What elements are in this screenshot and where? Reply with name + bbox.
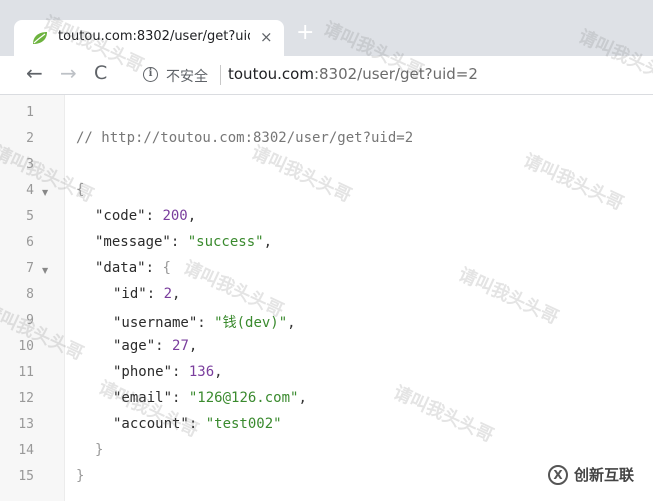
tab-close-icon[interactable]: ×: [260, 28, 273, 46]
code-line: "account": "test002": [113, 416, 282, 432]
line-number: 8: [26, 287, 34, 302]
json-number: 27: [172, 338, 189, 354]
line-number: 2: [26, 131, 34, 146]
browser-tab[interactable]: toutou.com:8302/user/get?uid ×: [14, 20, 284, 56]
tab-bar: toutou.com:8302/user/get?uid × +: [0, 0, 653, 56]
comma: ,: [187, 208, 197, 224]
code-line: "data": {: [95, 260, 171, 276]
reload-button[interactable]: C: [94, 64, 107, 83]
json-key: "data": [95, 260, 146, 276]
colon: :: [170, 234, 188, 250]
address-divider: [220, 65, 221, 85]
line-number: 4: [26, 183, 34, 198]
comma: ,: [214, 364, 223, 380]
json-key: "phone": [113, 364, 173, 380]
back-button[interactable]: ←: [26, 63, 43, 83]
code-line: "age": 27,: [113, 338, 197, 354]
comma: ,: [172, 286, 181, 302]
comma: ,: [188, 338, 198, 354]
json-number: 136: [188, 364, 215, 380]
comma: ,: [263, 234, 273, 250]
colon: :: [172, 364, 189, 380]
address-bar[interactable]: toutou.com:8302/user/get?uid=2: [228, 65, 478, 83]
fold-toggle-icon[interactable]: ▼: [42, 266, 48, 275]
colon: :: [145, 208, 163, 224]
json-string: "test002": [205, 416, 282, 432]
line-number: 10: [18, 339, 34, 354]
colon: :: [155, 338, 173, 354]
line-gutter: 1 2 3 4 5 6 7 8 9 10 11 12 13 14 15 ▼ ▼: [0, 95, 65, 501]
comma: ,: [298, 390, 307, 406]
json-key: "username": [113, 315, 198, 331]
data-close-brace: }: [95, 442, 104, 458]
line-number: 7: [26, 261, 34, 276]
url-path: :8302/user/get?uid=2: [313, 65, 478, 83]
line-number: 6: [26, 235, 34, 250]
json-key: "id": [113, 286, 147, 302]
code-line: "message": "success",: [95, 234, 272, 250]
code-line: "code": 200,: [95, 208, 196, 224]
line-number: 3: [26, 157, 34, 172]
json-number: 2: [163, 286, 173, 302]
line-number: 11: [18, 365, 34, 380]
line-number: 1: [26, 105, 34, 120]
json-key: "age": [113, 338, 156, 354]
json-key: "message": [95, 234, 171, 250]
json-key: "code": [95, 208, 146, 224]
fold-toggle-icon[interactable]: ▼: [42, 188, 48, 197]
json-number: 200: [162, 208, 188, 224]
colon: :: [197, 315, 215, 331]
line-number: 14: [18, 443, 34, 458]
colon: :: [146, 286, 164, 302]
line-number: 5: [26, 209, 34, 224]
url-host: toutou.com: [228, 65, 314, 83]
json-string: "126@126.com": [188, 390, 299, 406]
colon: :: [188, 416, 206, 432]
line-number: 15: [18, 469, 34, 484]
address-toolbar: ← → C i 不安全 toutou.com:8302/user/get?uid…: [0, 56, 653, 95]
code-line: "username": "钱(dev)",: [113, 312, 296, 332]
security-status[interactable]: 不安全: [166, 66, 208, 86]
json-key: "account": [113, 416, 189, 432]
data-open-brace: {: [162, 260, 171, 276]
brand-logo-text: 创新互联: [574, 466, 635, 484]
comma: ,: [287, 315, 296, 331]
json-key: "email": [113, 390, 173, 406]
open-brace: {: [76, 182, 85, 198]
json-string: "success": [187, 234, 264, 250]
line-number: 9: [26, 313, 34, 328]
line-number: 13: [18, 417, 34, 432]
spring-leaf-icon: [33, 32, 47, 44]
colon: :: [172, 390, 189, 406]
code-line: "id": 2,: [113, 286, 180, 302]
brand-logo-icon: X: [548, 465, 568, 485]
url-comment: // http://toutou.com:8302/user/get?uid=2: [76, 130, 414, 146]
close-brace: }: [76, 468, 85, 484]
new-tab-button[interactable]: +: [296, 22, 314, 44]
json-string: "钱(dev)": [214, 315, 288, 331]
json-viewer: 1 2 3 4 5 6 7 8 9 10 11 12 13 14 15 ▼ ▼ …: [0, 95, 653, 501]
info-icon[interactable]: i: [143, 67, 158, 82]
code-line: "email": "126@126.com",: [113, 390, 307, 406]
colon: :: [145, 260, 163, 276]
line-number: 12: [18, 391, 34, 406]
forward-button[interactable]: →: [60, 63, 77, 83]
code-line: "phone": 136,: [113, 364, 223, 380]
tab-title: toutou.com:8302/user/get?uid: [58, 29, 250, 44]
